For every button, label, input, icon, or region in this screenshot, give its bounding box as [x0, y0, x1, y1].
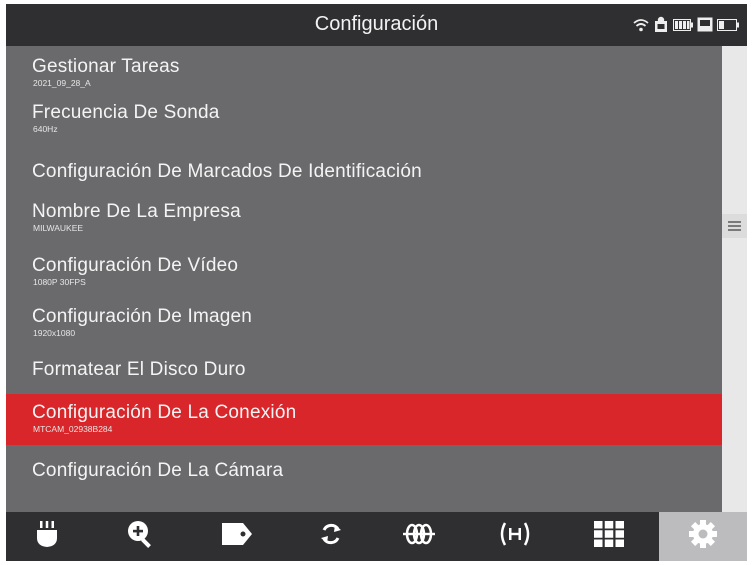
menu-item-marcados-identificacion[interactable]: Configuración De Marcados De Identificac… — [6, 156, 722, 192]
recording-icon — [653, 16, 669, 38]
menu-item-label: Configuración De La Cámara — [32, 460, 284, 481]
menu-item-label: Configuración De Vídeo — [32, 255, 239, 276]
menu-item-value: 1920x1080 — [33, 328, 76, 338]
device-screen: Configuración Gestionar Tareas 2021_09_2… — [6, 4, 747, 561]
scrollbar-handle[interactable] — [722, 214, 747, 238]
rotate-button[interactable] — [290, 512, 372, 561]
wifi-icon — [633, 18, 649, 37]
menu-item-label: Configuración De La Conexión — [32, 402, 297, 423]
grid-icon — [594, 521, 624, 552]
menu-item-configuracion-conexion[interactable]: Configuración De La Conexión MTCAM_02938… — [6, 394, 722, 445]
menu-item-label: Frecuencia De Sonda — [32, 102, 220, 123]
menu-item-value: MTCAM_02938B284 — [33, 424, 113, 434]
zoom-in-button[interactable] — [100, 512, 182, 561]
menu-item-value: 2021_09_28_A — [33, 78, 91, 88]
menu-item-frecuencia-de-sonda[interactable]: Frecuencia De Sonda 640Hz — [6, 100, 722, 138]
bottom-toolbar — [6, 512, 747, 561]
menu-item-value: MILWAUKEE — [33, 223, 84, 233]
menu-item-nombre-empresa[interactable]: Nombre De La Empresa MILWAUKEE — [6, 199, 722, 237]
screen-battery-icon — [717, 18, 739, 36]
menu-item-configuracion-camara[interactable]: Configuración De La Cámara — [6, 455, 722, 491]
settings-list: Gestionar Tareas 2021_09_28_A Frecuencia… — [6, 46, 722, 514]
signal-icon — [498, 521, 532, 552]
menu-item-formatear-disco[interactable]: Formatear El Disco Duro — [6, 354, 722, 390]
locator-icon — [403, 523, 435, 550]
menu-item-label: Configuración De Imagen — [32, 306, 253, 327]
rotate-icon — [318, 521, 344, 552]
menu-item-value: 640Hz — [33, 124, 58, 134]
gear-icon — [688, 519, 718, 554]
settings-button[interactable] — [659, 512, 747, 561]
sonde-button[interactable] — [6, 512, 88, 561]
tag-icon — [221, 522, 253, 551]
menu-item-label: Formatear El Disco Duro — [32, 359, 246, 380]
storage-icon — [697, 17, 713, 37]
menu-item-label: Nombre De La Empresa — [32, 201, 241, 222]
signal-button[interactable] — [474, 512, 556, 561]
menu-item-configuracion-video[interactable]: Configuración De Vídeo 1080P 30FPS — [6, 253, 722, 291]
tag-button[interactable] — [196, 512, 278, 561]
zoom-in-icon — [127, 520, 155, 553]
grid-button[interactable] — [568, 512, 650, 561]
battery-icon — [673, 18, 693, 36]
scrollbar-track[interactable] — [722, 46, 747, 514]
menu-item-label: Gestionar Tareas — [32, 56, 180, 77]
menu-item-value: 1080P 30FPS — [33, 277, 86, 287]
menu-item-configuracion-imagen[interactable]: Configuración De Imagen 1920x1080 — [6, 304, 722, 342]
status-icons — [633, 16, 739, 38]
sonde-icon — [34, 519, 60, 554]
menu-item-gestionar-tareas[interactable]: Gestionar Tareas 2021_09_28_A — [6, 54, 722, 92]
menu-item-label: Configuración De Marcados De Identificac… — [32, 161, 422, 182]
locator-button[interactable] — [378, 512, 460, 561]
title-bar: Configuración — [6, 4, 747, 46]
